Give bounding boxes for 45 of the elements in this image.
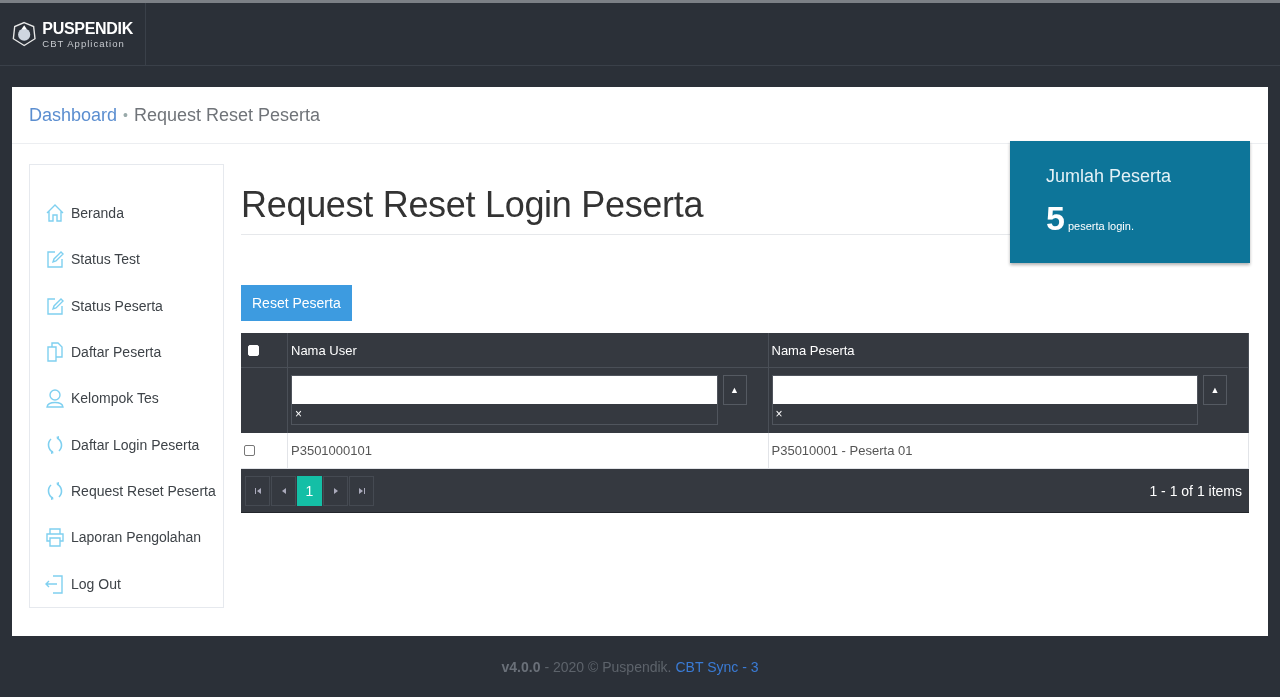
breadcrumb-current: Request Reset Peserta	[133, 104, 321, 126]
last-page-icon	[357, 486, 366, 495]
last-page-button[interactable]	[349, 475, 374, 506]
filter-field[interactable]: ×	[771, 375, 1198, 425]
sidebar-item[interactable]: Laporan Pengolahan	[45, 514, 201, 561]
brand-name: PUSPENDIK	[42, 19, 133, 38]
refresh-icon	[45, 481, 65, 502]
stat-title: Jumlah Peserta	[1046, 166, 1173, 187]
checkbox[interactable]	[244, 445, 255, 456]
printer-icon	[45, 527, 65, 548]
logout-icon	[45, 573, 65, 594]
first-page-button[interactable]	[245, 475, 270, 506]
brand-subtitle: CBT Application	[42, 37, 126, 49]
pagination-summary: 1 - 1 of 1 items	[1149, 482, 1243, 499]
sort-button[interactable]: ▲	[722, 375, 747, 405]
stat-count: 5	[1046, 199, 1065, 238]
filter-field[interactable]: ×	[291, 375, 718, 425]
next-page-icon	[331, 486, 340, 495]
documents-icon	[45, 342, 65, 363]
clear-filter-button[interactable]: ×	[292, 404, 717, 424]
column-header: Nama Peserta	[768, 333, 1249, 368]
sidebar-item[interactable]: Request Reset Peserta	[45, 467, 216, 515]
sidebar-item[interactable]: Daftar Login Peserta	[45, 421, 200, 468]
breadcrumb-separator: •	[123, 107, 128, 123]
sidebar-item[interactable]: Status Peserta	[45, 282, 163, 329]
first-page-icon	[253, 486, 262, 495]
sort-button[interactable]: ▲	[1203, 375, 1227, 405]
sidebar-item[interactable]: Daftar Peserta	[45, 329, 162, 376]
refresh-icon	[45, 434, 65, 455]
edit-icon	[45, 295, 65, 316]
sidebar-item[interactable]: Log Out	[45, 560, 121, 607]
stat-unit: peserta login.	[1067, 220, 1134, 232]
sidebar-item[interactable]: Status Test	[45, 236, 140, 283]
sidebar-item[interactable]: Beranda	[45, 190, 124, 237]
breadcrumb-link[interactable]: Dashboard	[29, 104, 118, 126]
page-title: Request Reset Login Peserta	[241, 184, 705, 226]
sidebar-item[interactable]: Kelompok Tes	[45, 375, 159, 422]
column-header: Nama User	[288, 333, 769, 368]
user-icon	[45, 388, 65, 409]
edit-icon	[45, 249, 65, 270]
table-cell: P3501000101	[288, 433, 769, 469]
clear-filter-button[interactable]: ×	[772, 404, 1197, 424]
home-icon	[45, 203, 65, 224]
table-cell: P35010001 - Peserta 01	[768, 433, 1249, 469]
version-label: v4.0.0	[501, 658, 541, 675]
